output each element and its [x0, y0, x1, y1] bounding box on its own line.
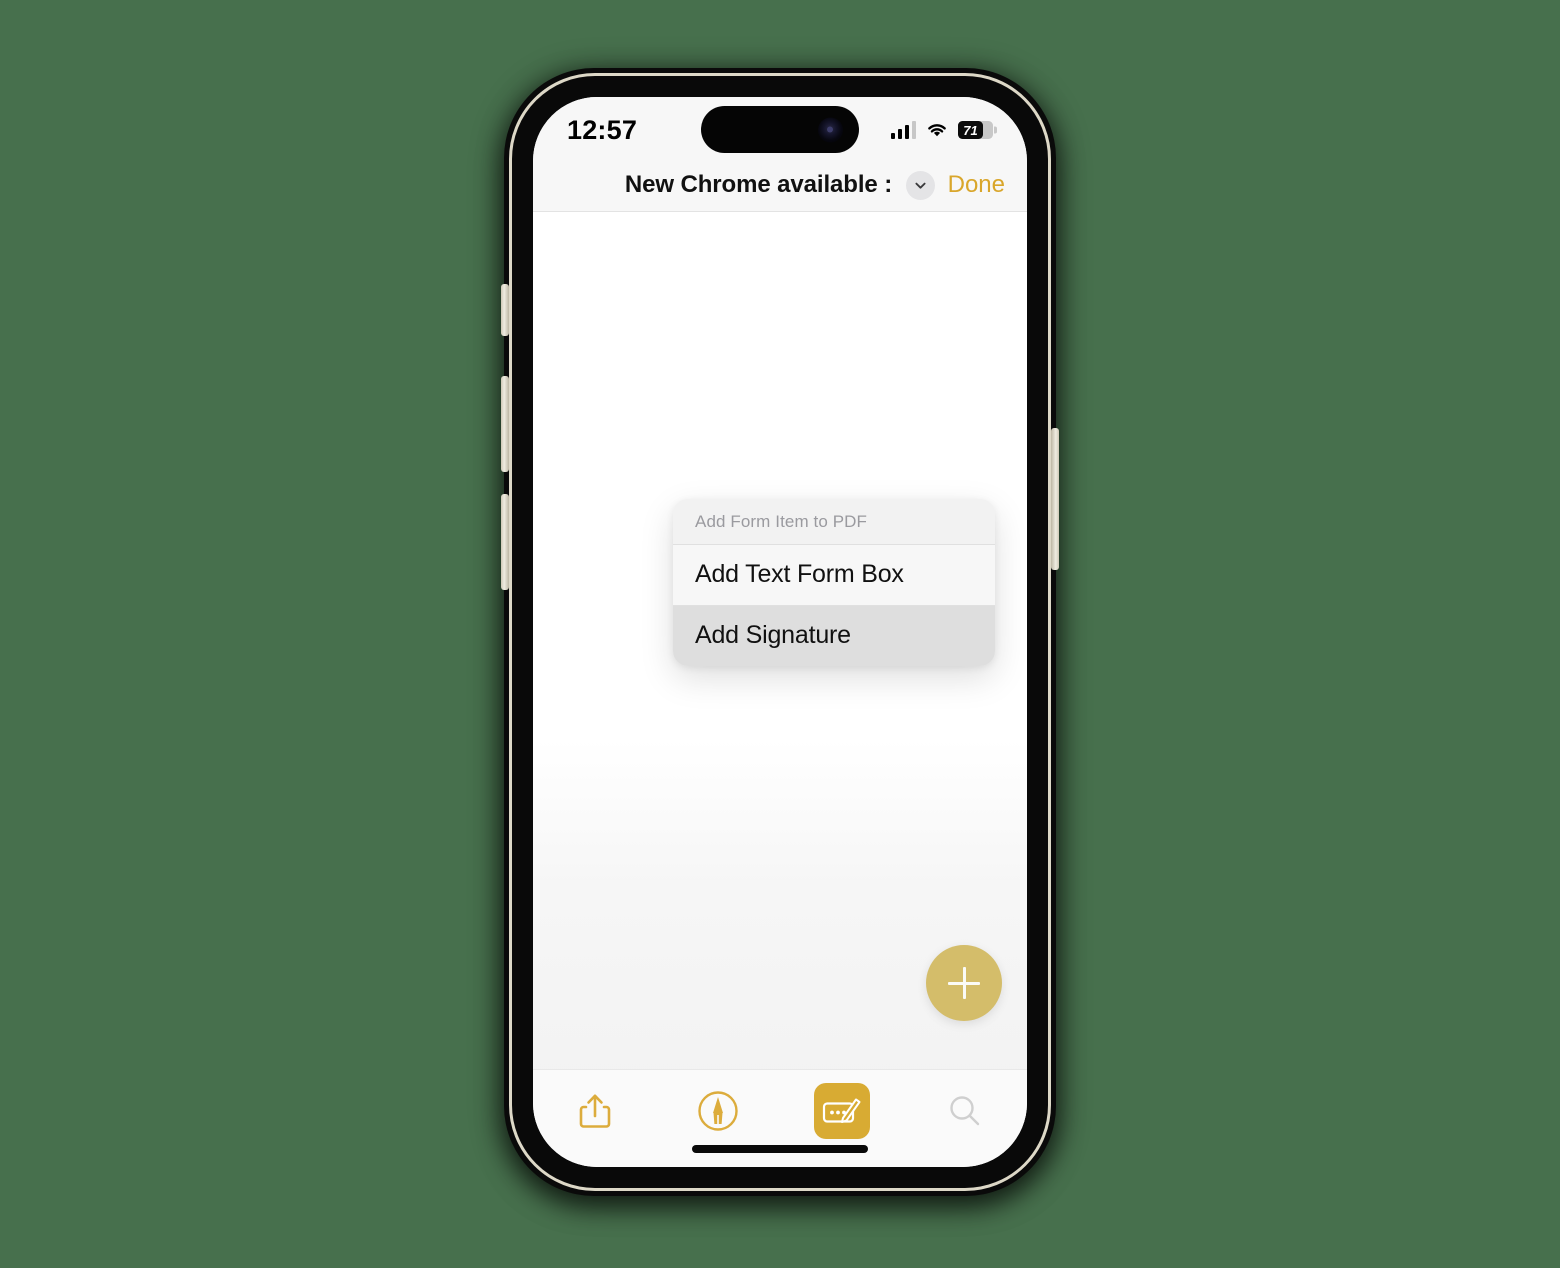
pdf-content-area[interactable]: Add Form Item to PDF Add Text Form Box A…: [533, 212, 1027, 1069]
phone-device: 12:57 71 New Chrome available: Done Add…: [492, 58, 1068, 1210]
form-fill-button[interactable]: [780, 1081, 904, 1141]
status-bar: 12:57 71: [533, 97, 1027, 159]
chevron-down-icon[interactable]: [906, 170, 936, 200]
menu-item-add-text-form-box[interactable]: Add Text Form Box: [673, 545, 995, 605]
wifi-icon: [928, 124, 946, 137]
volume-down-button[interactable]: [501, 494, 509, 590]
cellular-signal-icon: [890, 121, 916, 139]
home-indicator[interactable]: [692, 1145, 868, 1153]
share-icon: [579, 1094, 611, 1128]
dynamic-island: [701, 106, 859, 153]
markup-button[interactable]: [657, 1081, 781, 1141]
plus-icon: [948, 967, 980, 999]
share-button[interactable]: [533, 1081, 657, 1141]
device-screen: 12:57 71 New Chrome available: Done Add…: [533, 97, 1027, 1167]
markup-pen-icon: [698, 1091, 738, 1131]
form-fill-icon: [822, 1098, 861, 1123]
status-bar-indicators: 71: [890, 121, 993, 139]
mute-switch[interactable]: [501, 284, 509, 336]
search-icon: [950, 1096, 980, 1126]
page-title: New Chrome available :: [624, 171, 893, 198]
bottom-toolbar: [533, 1069, 1027, 1167]
form-fill-active-background: [813, 1083, 870, 1139]
volume-up-button[interactable]: [501, 376, 509, 472]
navigation-bar: New Chrome available : Done: [533, 159, 1027, 212]
done-button[interactable]: Done: [948, 171, 1005, 199]
battery-percent-label: 71: [963, 122, 978, 138]
front-camera-icon: [818, 117, 843, 142]
battery-icon: 71: [958, 121, 993, 139]
menu-header-label: Add Form Item to PDF: [673, 499, 995, 544]
add-form-item-fab[interactable]: [926, 945, 1002, 1021]
status-bar-clock: 12:57: [567, 114, 638, 145]
search-button[interactable]: [904, 1081, 1028, 1141]
menu-item-add-signature[interactable]: Add Signature: [673, 606, 995, 666]
power-button[interactable]: [1051, 428, 1059, 570]
add-form-item-menu: Add Form Item to PDF Add Text Form Box A…: [673, 499, 995, 666]
